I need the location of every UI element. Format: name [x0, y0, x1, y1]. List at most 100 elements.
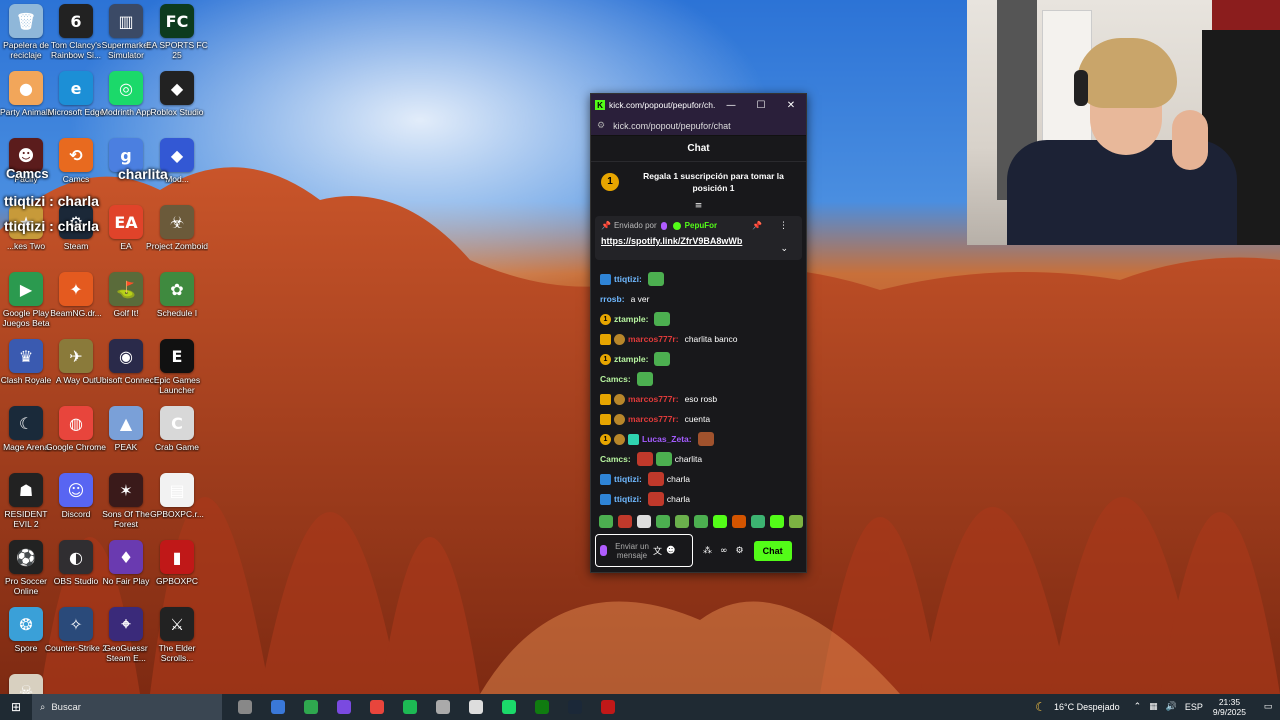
mic-icon[interactable]: [600, 545, 607, 556]
emote-icon[interactable]: [713, 515, 727, 528]
emoji-icon[interactable]: ☻: [666, 546, 675, 556]
points-icon[interactable]: ⁂: [703, 546, 712, 556]
link-badge-icon: [600, 493, 611, 505]
chat-username[interactable]: Camcs:: [600, 374, 631, 384]
chat-message[interactable]: marcos777r: cuenta: [600, 409, 806, 429]
language-indicator[interactable]: ESP: [1185, 702, 1203, 712]
site-settings-icon[interactable]: ⚙: [597, 121, 605, 131]
taskbar-app-button[interactable]: [459, 694, 492, 720]
emote-icon[interactable]: [675, 515, 689, 528]
taskbar-app-button[interactable]: [558, 694, 591, 720]
chat-input[interactable]: Enviar un mensaje 文 ☻: [595, 534, 693, 567]
chat-username[interactable]: marcos777r:: [628, 334, 679, 344]
taskbar-app-button[interactable]: [426, 694, 459, 720]
chevron-down-icon[interactable]: ⌄: [780, 244, 788, 254]
chat-message-text: charla: [666, 494, 691, 504]
gift-sub-leaderboard[interactable]: 1 Regala 1 suscripción para tomar la pos…: [591, 162, 806, 202]
emote-icon[interactable]: [599, 515, 613, 528]
minimize-button[interactable]: —: [716, 100, 746, 111]
desktop-icon-ea-fc[interactable]: FC EA SPORTS FC 25: [146, 4, 208, 60]
close-button[interactable]: ✕: [776, 100, 806, 111]
kick-chat-popup-window: K kick.com/popout/pepufor/ch... — ☐ ✕ ⚙ …: [590, 93, 807, 573]
desktop-icon-crab-game[interactable]: C Crab Game: [146, 406, 208, 452]
pinned-message: 📌 Enviado por PepuFor https://spotify.li…: [595, 216, 802, 260]
red-emote-icon: [647, 492, 664, 506]
chat-username[interactable]: rrosb:: [600, 294, 625, 304]
chat-username[interactable]: marcos777r:: [628, 414, 679, 424]
taskbar-app-button[interactable]: [492, 694, 525, 720]
taskbar-app-button[interactable]: [261, 694, 294, 720]
chat-username[interactable]: ztample:: [614, 314, 648, 324]
desktop-icon-schedule[interactable]: ✿ Schedule I: [146, 272, 208, 318]
taskbar-search[interactable]: ⌕ Buscar: [32, 694, 222, 720]
send-chat-button[interactable]: Chat: [753, 540, 792, 561]
overlay-text-ttiqtizi-2: ttiqtizi : charla: [4, 218, 99, 234]
crab-game-icon: C: [160, 406, 194, 440]
chat-message[interactable]: 1 ztample:: [600, 349, 806, 369]
chat-settings-icon[interactable]: ⚙: [736, 546, 744, 556]
taskbar-app-button[interactable]: [360, 694, 393, 720]
taskbar-app-button[interactable]: [294, 694, 327, 720]
chat-message[interactable]: ttiqtizi:: [600, 269, 806, 289]
desktop-icon-elder-scrolls[interactable]: ⚔ The Elder Scrolls...: [146, 607, 208, 663]
more-options-icon[interactable]: ⋮: [779, 221, 788, 231]
chat-username[interactable]: ttiqtizi:: [614, 474, 642, 484]
window-titlebar[interactable]: K kick.com/popout/pepufor/ch... — ☐ ✕: [591, 94, 806, 116]
chat-message[interactable]: marcos777r: eso rosb: [600, 389, 806, 409]
emote-icon[interactable]: [637, 515, 651, 528]
chat-message[interactable]: 1 Lucas_Zeta:: [600, 429, 806, 449]
infinity-icon[interactable]: ∞: [720, 546, 728, 556]
chat-message[interactable]: 1 ztample:: [600, 309, 806, 329]
chat-username[interactable]: marcos777r:: [628, 394, 679, 404]
chat-username[interactable]: Lucas_Zeta:: [642, 434, 692, 444]
chat-message[interactable]: rrosb: a ver: [600, 289, 806, 309]
emote-icon[interactable]: [751, 515, 765, 528]
taskbar-app-button[interactable]: [591, 694, 624, 720]
chat-message[interactable]: ttiqtizi: charla: [600, 489, 806, 509]
desktop-icon-epic-games[interactable]: E Epic Games Launcher: [146, 339, 208, 395]
collapse-handle-icon[interactable]: ≡: [591, 202, 806, 212]
pinned-link[interactable]: https://spotify.link/ZfrV9BA8wWb: [601, 236, 796, 246]
network-icon[interactable]: ▦: [1149, 702, 1158, 712]
unpin-icon[interactable]: 📌: [752, 221, 762, 230]
crown-badge-icon: [600, 393, 611, 405]
desktop-icon-file[interactable]: ▤ GPBOXPC.r...: [146, 473, 208, 519]
chat-messages-list[interactable]: ttiqtizi: rrosb: a ver 1 ztample: marcos777r:…: [591, 269, 806, 509]
chevron-up-icon[interactable]: ⌃: [1134, 702, 1142, 712]
desktop-icon-zomboid[interactable]: ☣ Project Zomboid: [146, 205, 208, 251]
emote-icon[interactable]: [770, 515, 784, 528]
maximize-button[interactable]: ☐: [746, 100, 776, 111]
chat-username[interactable]: ztample:: [614, 354, 648, 364]
chat-message[interactable]: Camcs: charlita: [600, 449, 806, 469]
taskbar-app-button[interactable]: [525, 694, 558, 720]
chat-message[interactable]: Camcs:: [600, 369, 806, 389]
desktop-icon-roblox-studio[interactable]: ◆ Roblox Studio: [146, 71, 208, 117]
chat-username[interactable]: ttiqtizi:: [614, 274, 642, 284]
emote-icon[interactable]: [789, 515, 803, 528]
emote-icon[interactable]: [694, 515, 708, 528]
pinned-username[interactable]: PepuFor: [685, 221, 717, 230]
emote-icon[interactable]: [656, 515, 670, 528]
recycle-bin-icon: 🗑: [9, 4, 43, 38]
volume-icon[interactable]: 🔊: [1166, 702, 1177, 712]
taskbar-app-button[interactable]: [327, 694, 360, 720]
translate-icon[interactable]: 文: [653, 544, 662, 557]
taskbar-app-button[interactable]: [228, 694, 261, 720]
desktop-icon-gpbox[interactable]: ▮ GPBOXPC: [146, 540, 208, 586]
chat-username[interactable]: Camcs:: [600, 454, 631, 464]
emote-icon[interactable]: [618, 515, 632, 528]
taskbar-app-button[interactable]: [393, 694, 426, 720]
windows-start-icon[interactable]: ⊞: [0, 694, 32, 720]
chat-message[interactable]: ttiqtizi: charla: [600, 469, 806, 489]
clock[interactable]: 21:35 9/9/2025: [1213, 697, 1246, 717]
app-icon: [402, 700, 417, 714]
weather-widget[interactable]: ☾ 16°C Despejado: [1035, 700, 1119, 714]
webcam-overlay: [967, 0, 1280, 245]
chat-message-text: charlita: [674, 454, 703, 464]
address-bar[interactable]: ⚙ kick.com/popout/pepufor/chat: [591, 116, 806, 136]
mic-badge-icon: [660, 221, 667, 230]
chat-message[interactable]: marcos777r: charlita banco: [600, 329, 806, 349]
notifications-icon[interactable]: ▭: [1256, 702, 1280, 712]
chat-username[interactable]: ttiqtizi:: [614, 494, 642, 504]
emote-icon[interactable]: [732, 515, 746, 528]
